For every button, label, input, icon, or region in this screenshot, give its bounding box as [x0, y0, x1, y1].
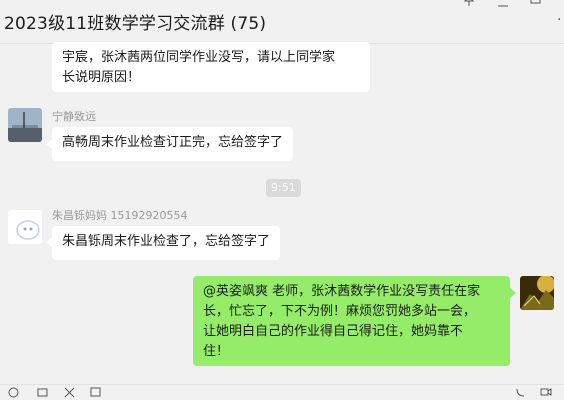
timestamp: 9:51: [266, 179, 301, 197]
message-text-line: 长，忙忘了，下不为例！麻烦您罚她多站一会，: [203, 304, 477, 319]
input-toolbar: [0, 384, 564, 400]
maximize-icon[interactable]: [530, 0, 542, 8]
more-icon[interactable]: ·: [557, 12, 561, 28]
sender-name: 朱昌铄妈妈 15192920554: [52, 209, 188, 222]
message-text-line: 长说明原因！: [62, 70, 141, 85]
message-text: 朱昌铄周末作业检查了，忘给签字了: [62, 234, 271, 249]
my-message-bubble[interactable]: @英姿飒爽 老师，张沐茜数学作业没写责任在家 长，忙忘了，下不为例！麻烦您罚她多…: [193, 276, 510, 366]
title-bar: 2023级11班数学学习交流群 (75) ·: [0, 0, 564, 44]
minimize-icon[interactable]: [497, 0, 509, 12]
scissors-icon[interactable]: [64, 387, 75, 400]
chat-history-icon[interactable]: [90, 387, 101, 400]
message-text-line: 让她明白自己的作业得自己得记住，她妈靠不: [203, 324, 464, 339]
message-bubble[interactable]: 高畅周末作业检查订正完，忘给签字了: [52, 127, 294, 161]
bubble-tail: [510, 288, 516, 298]
chat-title: 2023级11班数学学习交流群 (75): [4, 14, 267, 34]
chat-message-list[interactable]: 宇宸，张沐茜两位同学作业没写，请以上同学家 长说明原因！ 宁静致远 高畅周末作业…: [0, 42, 564, 384]
avatar[interactable]: [8, 108, 42, 142]
video-call-icon[interactable]: [540, 387, 552, 400]
emoji-icon[interactable]: [8, 387, 19, 400]
message-bubble[interactable]: 朱昌铄周末作业检查了，忘给签字了: [52, 226, 281, 260]
message-text-line: 宇宸，张沐茜两位同学作业没写，请以上同学家: [62, 50, 336, 65]
sender-name: 宁静致远: [52, 110, 96, 123]
message-text-line: 住！: [203, 344, 230, 359]
message-bubble[interactable]: 宇宸，张沐茜两位同学作业没写，请以上同学家 长说明原因！: [52, 42, 370, 92]
message-text: 高畅周末作业检查订正完，忘给签字了: [62, 135, 284, 150]
voice-call-icon[interactable]: [515, 387, 526, 400]
folder-icon[interactable]: [37, 387, 48, 400]
pin-icon[interactable]: [463, 0, 475, 9]
avatar[interactable]: [8, 210, 42, 244]
message-text-line: @英姿飒爽 老师，张沐茜数学作业没写责任在家: [203, 284, 481, 299]
my-avatar[interactable]: [520, 276, 554, 310]
